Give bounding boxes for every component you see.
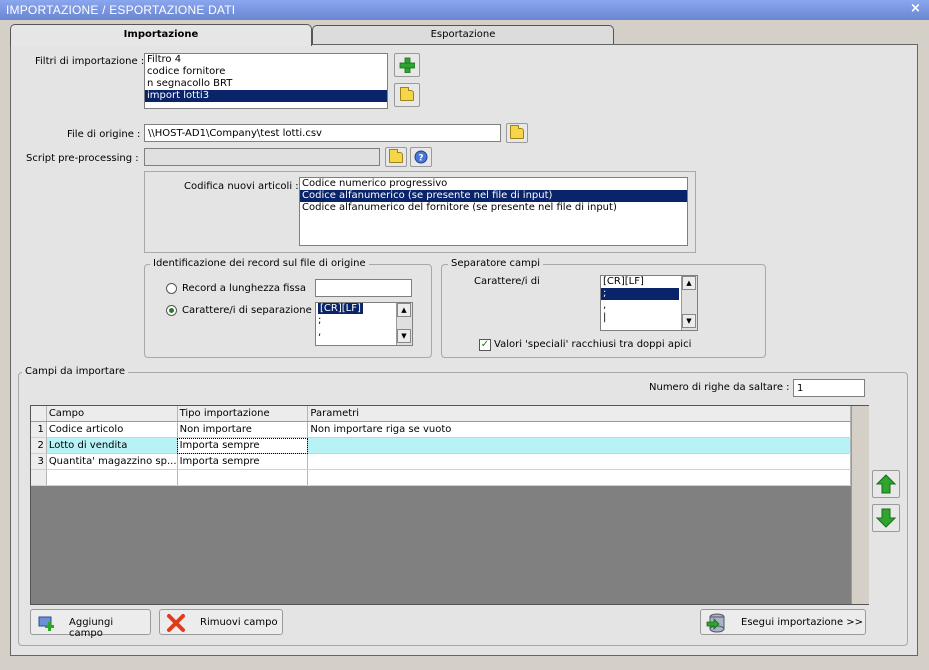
script-label: Script pre-processing : [26,153,139,164]
window-titlebar: IMPORTAZIONE / ESPORTAZIONE DATI × [0,0,929,20]
cell-campo[interactable]: Lotto di vendita [46,437,178,454]
column-header-tipo[interactable]: Tipo importazione [177,406,309,422]
folder-icon [389,148,403,163]
cell-tipo[interactable]: Non importare [177,421,309,438]
filter-item[interactable]: Filtro 4 [145,54,387,66]
filters-list[interactable]: Filtro 4 codice fornitore n segnacollo B… [144,53,388,109]
open-filter-button[interactable] [394,83,420,107]
column-header-campo[interactable]: Campo [46,406,178,422]
help-icon: ? [414,150,428,164]
cell-parametri[interactable] [307,453,851,470]
field-separator-list[interactable]: [CR][LF] ; , | ▲ ▼ [600,275,698,331]
add-field-icon [38,616,54,631]
record-separator-scrollbar[interactable]: ▲ ▼ [396,303,412,345]
svg-text:?: ? [418,154,423,164]
coding-label: Codifica nuovi articoli : [184,181,299,192]
source-file-label: File di origine : [67,129,141,140]
fields-grid[interactable]: Campo Tipo importazione Parametri 1 Codi… [30,405,869,605]
plus-icon [399,57,415,73]
browse-source-button[interactable] [506,123,528,143]
arrow-up-icon [876,474,896,494]
folder-icon [510,124,524,139]
help-button[interactable]: ? [410,147,432,167]
separator-label: Carattere/i di separazione [182,305,312,316]
coding-option[interactable]: Codice alfanumerico del fornitore (se pr… [300,202,687,214]
remove-field-label: Rimuovi campo [200,617,278,628]
quotes-checkbox[interactable]: ✓ [479,339,491,351]
filter-item[interactable]: n segnacollo BRT [145,78,387,90]
scroll-up-icon[interactable]: ▲ [682,276,696,290]
row-number: 3 [31,453,47,470]
quotes-label: Valori 'speciali' racchiusi tra doppi ap… [494,339,692,350]
run-import-button[interactable]: Esegui importazione >> [700,609,866,635]
arrow-down-icon [876,508,896,528]
fields-group-label: Campi da importare [22,366,128,377]
add-filter-button[interactable] [394,53,420,77]
cell-tipo[interactable]: Importa sempre [177,437,309,454]
table-row[interactable]: 3 Quantita' magazzino sp... Importa semp… [31,453,851,470]
add-field-label: Aggiungi campo [69,617,114,639]
row-number: 2 [31,437,47,454]
tab-esportazione[interactable]: Esportazione [312,25,614,44]
grid-header-row: Campo Tipo importazione Parametri [31,406,851,422]
column-header-parametri[interactable]: Parametri [307,406,851,422]
add-field-button[interactable]: Aggiungi campo [30,609,151,639]
database-import-icon [706,613,725,633]
separator-radio[interactable] [166,305,177,316]
skip-rows-label: Numero di righe da saltare : [649,382,790,393]
fixed-length-input[interactable] [315,279,412,297]
cell-parametri[interactable] [307,437,851,454]
field-separator-group-label: Separatore campi [448,258,543,269]
record-id-group-label: Identificazione dei record sul file di o… [150,258,369,269]
filters-label: Filtri di importazione : [35,56,145,67]
filter-item[interactable]: codice fornitore [145,66,387,78]
cell-parametri[interactable]: Non importare riga se vuoto [307,421,851,438]
record-separator-option-selected[interactable]: [CR][LF] [318,303,363,314]
cell-campo[interactable]: Codice articolo [46,421,178,438]
remove-field-button[interactable]: Rimuovi campo [159,609,283,635]
move-down-button[interactable] [872,504,900,532]
scroll-up-icon[interactable]: ▲ [397,303,411,317]
scroll-down-icon[interactable]: ▼ [397,329,411,343]
grid-scrollbar[interactable] [851,406,869,604]
close-icon[interactable]: × [910,1,921,16]
coding-option[interactable]: Codice numerico progressivo [300,178,687,190]
cell-campo[interactable]: Quantita' magazzino sp... [46,453,178,470]
coding-list[interactable]: Codice numerico progressivo Codice alfan… [299,177,688,246]
source-file-input[interactable]: \\HOST-AD1\Company\test lotti.csv [144,124,501,142]
fixed-length-radio[interactable] [166,283,177,294]
delete-x-icon [167,614,185,632]
field-separator-scrollbar[interactable]: ▲ ▼ [681,276,697,330]
row-number: 1 [31,421,47,438]
skip-rows-input[interactable]: 1 [793,379,865,397]
record-separator-list[interactable]: [CR][LF] ; , ▲ ▼ [315,302,413,346]
move-up-button[interactable] [872,470,900,498]
table-row[interactable]: 1 Codice articolo Non importare Non impo… [31,421,851,438]
script-input[interactable] [144,148,380,166]
fixed-length-label: Record a lunghezza fissa [182,283,306,294]
field-separator-option-selected[interactable]: ; [601,288,679,300]
browse-script-button[interactable] [385,147,407,167]
window-title: IMPORTAZIONE / ESPORTAZIONE DATI [6,3,236,17]
run-import-label: Esegui importazione >> [741,617,864,628]
field-separator-label: Carattere/i di [474,276,540,287]
coding-option-selected[interactable]: Codice alfanumerico (se presente nel fil… [300,190,687,202]
cell-tipo[interactable]: Importa sempre [177,453,309,470]
table-row-selected[interactable]: 2 Lotto di vendita Importa sempre [31,437,851,454]
table-row-empty[interactable] [31,469,851,486]
filter-item-selected[interactable]: import lotti3 [145,90,387,102]
folder-icon [400,86,414,101]
scroll-down-icon[interactable]: ▼ [682,314,696,328]
tab-importazione[interactable]: Importazione [10,24,312,46]
grid-corner [31,406,47,422]
